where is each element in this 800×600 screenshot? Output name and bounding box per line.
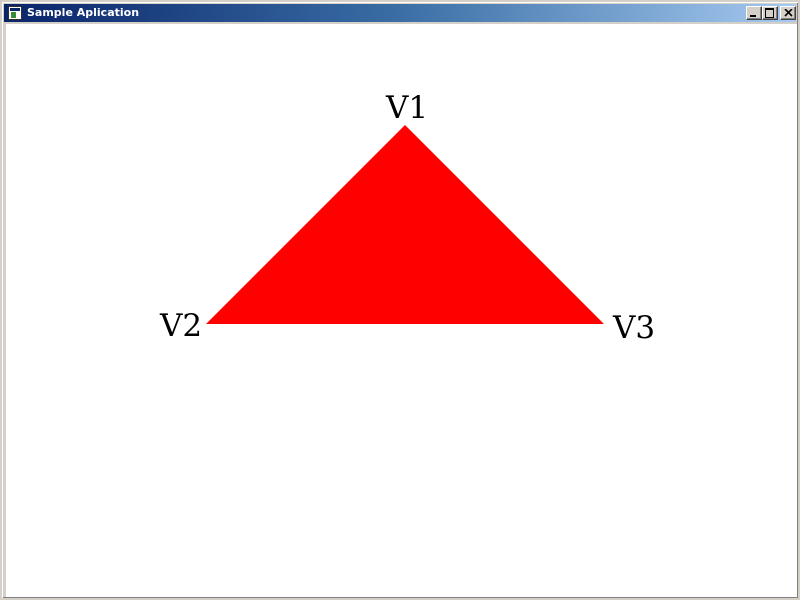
- red-triangle: [206, 125, 604, 324]
- vertex-label-v1: V1: [385, 90, 428, 126]
- title-bar[interactable]: Sample Aplication: [4, 4, 796, 22]
- maximize-button[interactable]: [762, 6, 778, 20]
- close-icon: [784, 9, 793, 17]
- render-canvas: V1 V2 V3: [159, 90, 655, 346]
- application-window: Sample Aplication V1 V2 V3: [0, 0, 800, 600]
- window-title: Sample Aplication: [27, 6, 140, 19]
- minimize-button[interactable]: [746, 6, 762, 20]
- vertex-label-v3: V3: [612, 310, 655, 346]
- client-area: V1 V2 V3: [6, 24, 797, 597]
- close-button[interactable]: [780, 6, 796, 20]
- vertex-label-v2: V2: [159, 308, 202, 344]
- app-icon[interactable]: [8, 6, 22, 20]
